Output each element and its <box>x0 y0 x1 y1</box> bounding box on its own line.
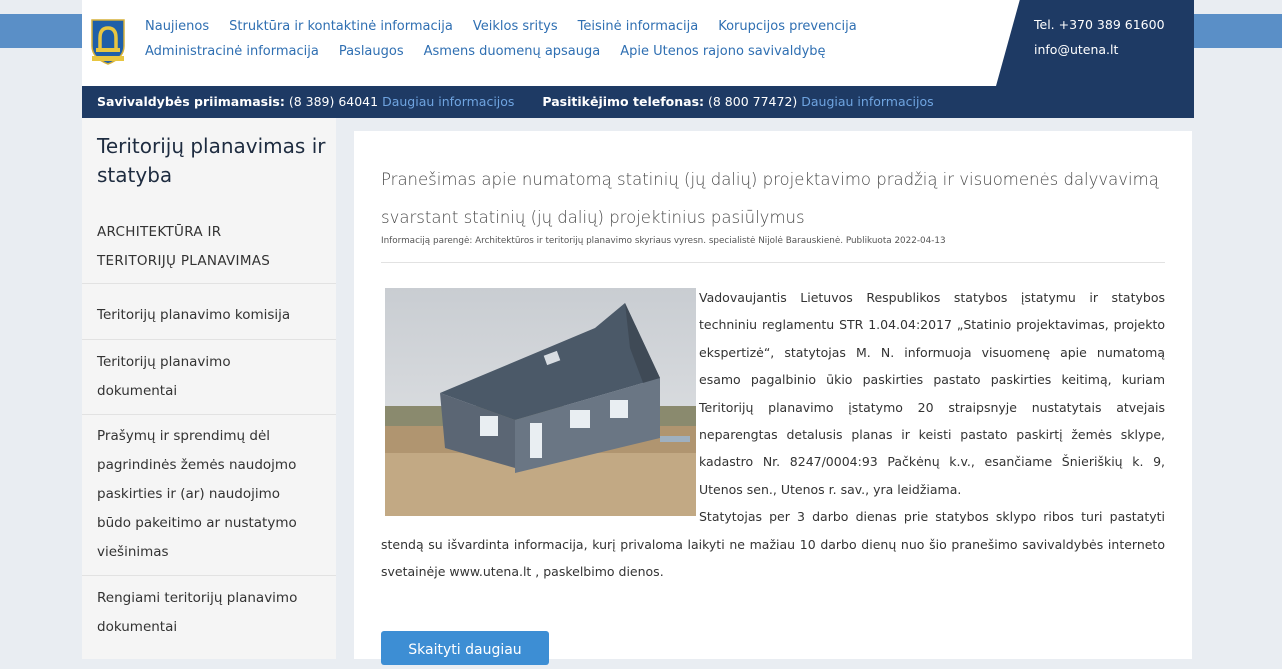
contact-email[interactable]: info@utena.lt <box>1034 42 1118 57</box>
header-left-strip <box>0 14 82 48</box>
info-bar: Savivaldybės priimamasis: (8 389) 64041 … <box>82 86 1194 118</box>
reception-phone: (8 389) 64041 <box>288 94 379 109</box>
sidebar-item-label: Prašymų ir sprendimų dėl pagrindinės žem… <box>97 428 297 560</box>
nav-link-administracine-informacija[interactable]: Administracinė informacija <box>145 44 319 59</box>
contact-box: Tel. +370 389 61600 info@utena.lt <box>996 0 1194 86</box>
trust-phone-info: Pasitikėjimo telefonas: (8 800 77472) Da… <box>542 94 933 109</box>
sidebar-title: Teritorijų planavimas ir statyba <box>97 134 326 187</box>
main-navigation: Naujienos Struktūra ir kontaktinė informa… <box>145 14 1005 64</box>
nav-link-naujienos[interactable]: Naujienos <box>145 19 209 34</box>
sidebar-item-rengiami[interactable]: Rengiami teritorijų planavimo dokumentai <box>82 576 336 659</box>
sidebar: Teritorijų planavimas ir statyba ARCHITE… <box>82 118 336 659</box>
site-header: Naujienos Struktūra ir kontaktinė informa… <box>82 0 1194 86</box>
article-body: Vadovaujantis Lietuvos Respublikos staty… <box>381 284 1165 585</box>
nav-link-paslaugos[interactable]: Paslaugos <box>339 44 404 59</box>
trust-phone: (8 800 77472) <box>708 94 798 109</box>
nav-link-apie-utenos[interactable]: Apie Utenos rajono savivaldybę <box>620 44 825 59</box>
nav-link-veiklos-sritys[interactable]: Veiklos sritys <box>473 19 558 34</box>
sidebar-heading-label: ARCHITEKTŪRA IR TERITORIJŲ PLANAVIMAS <box>97 224 271 269</box>
sidebar-item-prasymai[interactable]: Prašymų ir sprendimų dėl pagrindinės žem… <box>82 415 336 576</box>
sidebar-item-label: Teritorijų planavimo komisija <box>97 307 291 323</box>
photo-spacer <box>381 284 699 516</box>
article-meta: Informaciją parengė: Architektūros ir te… <box>381 236 946 246</box>
article-paragraph-1: Vadovaujantis Lietuvos Respublikos staty… <box>699 290 1165 497</box>
sidebar-section-heading[interactable]: ARCHITEKTŪRA IR TERITORIJŲ PLANAVIMAS <box>82 218 336 284</box>
sidebar-item-label: Teritorijų planavimo dokumentai <box>97 354 231 399</box>
header-right-strip <box>1194 14 1282 48</box>
sidebar-item-komisija[interactable]: Teritorijų planavimo komisija <box>82 293 336 340</box>
trust-label: Pasitikėjimo telefonas: <box>542 94 705 109</box>
nav-link-asmens-duomenu-apsauga[interactable]: Asmens duomenų apsauga <box>424 44 601 59</box>
article-divider <box>381 262 1165 263</box>
nav-link-struktura[interactable]: Struktūra ir kontaktinė informacija <box>229 19 453 34</box>
article-card: Pranešimas apie numatomą statinių (jų da… <box>354 131 1192 665</box>
nav-row-2: Administracinė informacija Paslaugos Asmen… <box>145 39 1005 64</box>
coat-of-arms-logo[interactable] <box>90 18 126 66</box>
reception-more-link[interactable]: Daugiau informacijos <box>382 94 514 109</box>
nav-row-1: Naujienos Struktūra ir kontaktinė informa… <box>145 14 1005 39</box>
nav-link-teisine-informacija[interactable]: Teisinė informacija <box>578 19 699 34</box>
reception-label: Savivaldybės priimamasis: <box>97 94 285 109</box>
nav-link-korupcijos-prevencija[interactable]: Korupcijos prevencija <box>718 19 856 34</box>
trust-more-link[interactable]: Daugiau informacijos <box>801 94 933 109</box>
sidebar-item-dokumentai[interactable]: Teritorijų planavimo dokumentai <box>82 340 336 415</box>
reception-info: Savivaldybės priimamasis: (8 389) 64041 … <box>97 94 514 109</box>
contact-phone[interactable]: Tel. +370 389 61600 <box>1034 17 1165 32</box>
sidebar-item-label: Rengiami teritorijų planavimo dokumentai <box>97 590 298 635</box>
article-title[interactable]: Pranešimas apie numatomą statinių (jų da… <box>381 161 1171 237</box>
read-more-button[interactable]: Skaityti daugiau <box>381 631 549 665</box>
